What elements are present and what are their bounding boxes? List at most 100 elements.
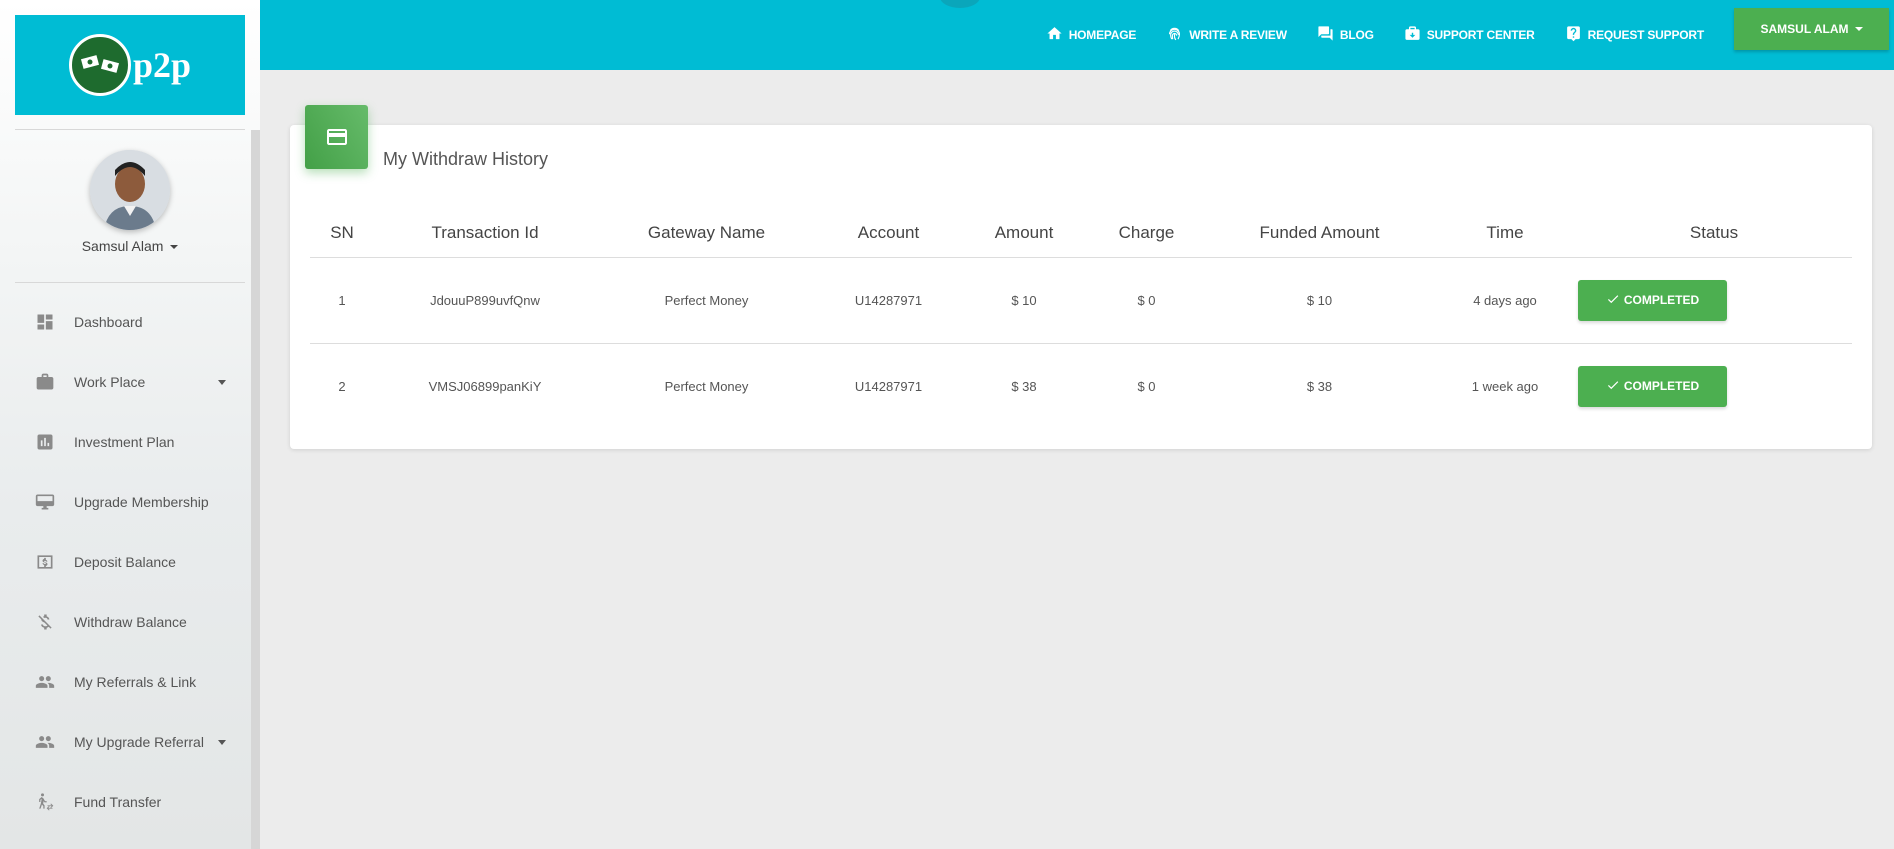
column-header: Account bbox=[817, 210, 960, 258]
sidebar-item-fund-transfer[interactable]: Fund Transfer bbox=[0, 772, 250, 832]
status-label: COMPLETED bbox=[1623, 293, 1700, 307]
logo-emblem-icon bbox=[68, 34, 131, 96]
sidebar-item-label: Upgrade Membership bbox=[74, 494, 209, 510]
column-header: Transaction Id bbox=[374, 210, 596, 258]
sidebar-item-dashboard[interactable]: Dashboard bbox=[0, 292, 250, 352]
column-header: Charge bbox=[1088, 210, 1205, 258]
top-nav-links: HOMEPAGE WRITE A REVIEW BLOG SUPPORT CEN… bbox=[1046, 0, 1894, 70]
cell-transaction-id: JdouuP899uvfQnw bbox=[374, 257, 596, 344]
sidebar-item-work-place[interactable]: Work Place bbox=[0, 352, 250, 412]
cell-account: U14287971 bbox=[817, 257, 960, 344]
cell-account: U14287971 bbox=[854, 378, 923, 394]
money-off-icon bbox=[34, 611, 56, 633]
check-icon bbox=[1606, 378, 1624, 395]
bar-chart-icon bbox=[34, 431, 56, 453]
column-header: Funded Amount bbox=[1205, 210, 1434, 258]
sidebar-item-investment-plan[interactable]: Investment Plan bbox=[0, 412, 250, 472]
sidebar-item-label: Dashboard bbox=[74, 314, 143, 330]
user-menu-button[interactable]: SAMSUL ALAM bbox=[1734, 8, 1889, 50]
column-header: Status bbox=[1576, 210, 1852, 258]
sidebar-item-label: My Referrals & Link bbox=[74, 674, 197, 690]
user-name-dropdown[interactable]: Samsul Alam bbox=[0, 238, 260, 254]
column-header: Time bbox=[1434, 210, 1576, 258]
cell-sn: 2 bbox=[338, 378, 346, 394]
divider bbox=[15, 282, 245, 283]
sidebar-item-label: Withdraw Balance bbox=[74, 614, 187, 630]
table-row: 2 VMSJ06899panKiY Perfect Money U1428797… bbox=[310, 343, 1852, 429]
sidebar-item-deposit-balance[interactable]: Deposit Balance bbox=[0, 532, 250, 592]
cell-time: 1 week ago bbox=[1471, 378, 1539, 394]
chevron-down-icon bbox=[218, 380, 226, 385]
cell-gateway: Perfect Money bbox=[664, 378, 749, 394]
sidebar-item-my-upgrade-referral[interactable]: My Upgrade Referral bbox=[0, 712, 250, 772]
chevron-down-icon bbox=[170, 245, 179, 250]
status-badge[interactable]: COMPLETED bbox=[1578, 365, 1727, 407]
user-name: Samsul Alam bbox=[81, 238, 164, 254]
home-icon bbox=[1046, 25, 1069, 45]
page-title: My Withdraw History bbox=[383, 149, 549, 169]
sidebar: p2p Samsul Alam Dashboard Work Place Inv… bbox=[0, 0, 260, 849]
cell-amount: $ 10 bbox=[960, 257, 1088, 344]
sidebar-item-label: Fund Transfer bbox=[74, 794, 162, 810]
sidebar-item-withdraw-balance[interactable]: Withdraw Balance bbox=[0, 592, 250, 652]
cell-sn: 1 bbox=[310, 257, 374, 344]
logo-text: p2p bbox=[132, 45, 192, 85]
cell-transaction-id: VMSJ06899panKiY bbox=[428, 378, 542, 394]
nav-blog[interactable]: BLOG bbox=[1317, 25, 1374, 45]
column-header: Gateway Name bbox=[596, 210, 817, 258]
sidebar-menu: Dashboard Work Place Investment Plan Upg… bbox=[0, 292, 250, 832]
monitor-icon bbox=[34, 491, 56, 513]
inbox-icon bbox=[1404, 25, 1427, 45]
divider bbox=[15, 129, 245, 130]
cell-status: COMPLETED bbox=[1576, 343, 1852, 429]
sidebar-item-my-referrals[interactable]: My Referrals & Link bbox=[0, 652, 250, 712]
nav-link-label: SUPPORT CENTER bbox=[1426, 28, 1535, 42]
status-badge[interactable]: COMPLETED bbox=[1578, 279, 1727, 321]
cell-gateway: Perfect Money bbox=[596, 257, 817, 344]
navbar-decoration bbox=[940, 0, 980, 8]
status-label: COMPLETED bbox=[1623, 379, 1700, 394]
cell-funded-amount: $ 10 bbox=[1205, 257, 1434, 344]
column-header: Amount bbox=[960, 210, 1088, 258]
sidebar-item-label: Investment Plan bbox=[74, 434, 175, 450]
table-header-row: SN Transaction Id Gateway Name Account A… bbox=[310, 210, 1852, 258]
help-icon bbox=[1565, 25, 1588, 45]
sidebar-scrollbar[interactable] bbox=[251, 130, 260, 849]
check-icon bbox=[1606, 292, 1624, 309]
nav-link-label: REQUEST SUPPORT bbox=[1587, 28, 1705, 42]
nav-link-label: HOMEPAGE bbox=[1068, 28, 1137, 42]
cell-charge: $ 0 bbox=[1088, 257, 1205, 344]
avatar[interactable] bbox=[90, 150, 170, 230]
nav-request-support[interactable]: REQUEST SUPPORT bbox=[1565, 25, 1704, 45]
sidebar-item-label: Work Place bbox=[74, 374, 146, 390]
withdraw-history-table: SN Transaction Id Gateway Name Account A… bbox=[310, 210, 1852, 429]
cell-amount: $ 38 bbox=[1011, 378, 1037, 394]
sidebar-item-label: My Upgrade Referral bbox=[74, 734, 204, 750]
people-icon bbox=[34, 671, 56, 693]
people-icon bbox=[34, 731, 56, 753]
top-navbar: HOMEPAGE WRITE A REVIEW BLOG SUPPORT CEN… bbox=[260, 0, 1894, 70]
table-row: 1 JdouuP899uvfQnw Perfect Money U1428797… bbox=[310, 257, 1852, 344]
sidebar-item-label: Deposit Balance bbox=[74, 554, 176, 570]
chevron-down-icon bbox=[1854, 27, 1863, 31]
nav-write-review[interactable]: WRITE A REVIEW bbox=[1166, 25, 1287, 45]
cell-funded-amount: $ 38 bbox=[1306, 378, 1333, 394]
withdraw-history-card: My Withdraw History SN Transaction Id Ga… bbox=[290, 105, 1872, 449]
fingerprint-icon bbox=[1166, 25, 1189, 45]
cell-charge: $ 0 bbox=[1137, 378, 1156, 394]
nav-support-center[interactable]: SUPPORT CENTER bbox=[1404, 25, 1535, 45]
cell-status: COMPLETED bbox=[1576, 257, 1852, 344]
credit-card-icon bbox=[305, 105, 368, 169]
briefcase-icon bbox=[34, 371, 56, 393]
nav-homepage[interactable]: HOMEPAGE bbox=[1046, 25, 1137, 45]
chevron-down-icon bbox=[218, 740, 226, 745]
logo[interactable]: p2p bbox=[15, 15, 245, 115]
forum-icon bbox=[1317, 25, 1340, 45]
money-icon bbox=[34, 551, 56, 573]
nav-link-label: BLOG bbox=[1339, 28, 1374, 42]
transfer-icon bbox=[34, 791, 56, 813]
cell-time: 4 days ago bbox=[1434, 257, 1576, 344]
nav-link-label: WRITE A REVIEW bbox=[1189, 28, 1287, 42]
sidebar-item-upgrade-membership[interactable]: Upgrade Membership bbox=[0, 472, 250, 532]
user-menu-label: SAMSUL ALAM bbox=[1760, 22, 1849, 36]
